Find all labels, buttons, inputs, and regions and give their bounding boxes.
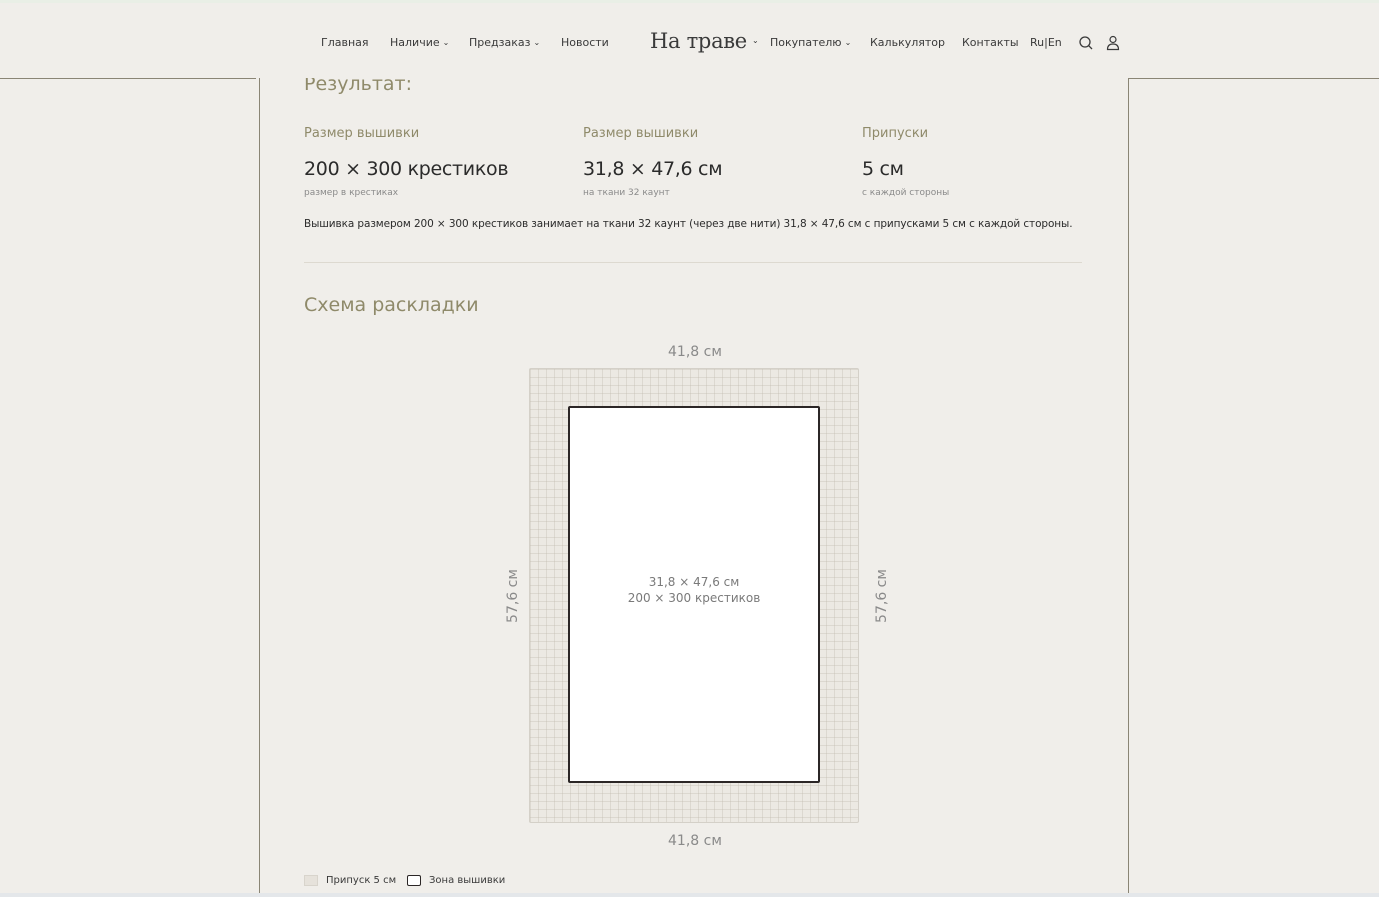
legend-swatch-allowance: [304, 875, 318, 886]
nav-availability[interactable]: Наличие ⌄: [390, 36, 449, 49]
bottom-dimension: 41,8 см: [668, 833, 722, 849]
chevron-down-icon: ⌄: [844, 38, 852, 47]
search-icon[interactable]: [1077, 34, 1095, 52]
nav-contacts[interactable]: Контакты: [962, 36, 1019, 49]
nav-calculator[interactable]: Калькулятор: [870, 36, 945, 49]
chevron-down-icon: ⌄: [533, 38, 541, 47]
nav-buyer[interactable]: Покупателю ⌄: [770, 36, 851, 49]
nav-preorder[interactable]: Предзаказ ⌄: [469, 36, 540, 49]
nav-home[interactable]: Главная: [321, 36, 369, 49]
content-border-right: [1128, 78, 1129, 897]
result-label: Размер вышивки: [583, 126, 699, 141]
calculator-result: Результат: Размер вышивки 200 × 300 крес…: [260, 78, 1128, 897]
embroidery-zone: 31,8 × 47,6 см 200 × 300 крестиков: [568, 406, 820, 783]
nav-preorder-label: Предзаказ: [469, 36, 531, 49]
site-logo-text: На траве: [650, 29, 747, 53]
site-logo[interactable]: На траве ⌄: [650, 29, 759, 53]
left-dimension: 57,6 см: [504, 569, 521, 623]
section-divider: [304, 262, 1082, 263]
embroidery-size-cm: 31,8 × 47,6 см: [648, 575, 740, 589]
nav-news[interactable]: Новости: [561, 36, 609, 49]
result-col-crosses: Размер вышивки 200 × 300 крестиков разме…: [304, 126, 564, 198]
legend-swatch-zone: [407, 875, 421, 886]
result-value: 200 × 300 крестиков: [304, 158, 509, 180]
frame-line-left: [0, 78, 256, 79]
user-icon[interactable]: [1104, 34, 1122, 52]
result-label: Припуски: [862, 126, 929, 141]
language-switch[interactable]: Ru|En: [1030, 36, 1062, 49]
result-sub: размер в крестиках: [304, 188, 399, 198]
result-col-size: Размер вышивки 31,8 × 47,6 см на ткани 3…: [583, 126, 843, 198]
bottom-scroll-edge: [0, 893, 1379, 897]
embroidery-size-crosses: 200 × 300 крестиков: [627, 591, 761, 605]
nav-availability-label: Наличие: [390, 36, 440, 49]
result-value: 31,8 × 47,6 см: [583, 158, 723, 180]
result-value: 5 см: [862, 158, 904, 180]
result-title: Результат:: [304, 78, 413, 95]
legend-zone: Зона вышивки: [429, 875, 506, 886]
nav-buyer-label: Покупателю: [770, 36, 842, 49]
result-summary: Вышивка размером 200 × 300 крестиков зан…: [304, 218, 1073, 230]
legend-allowance: Припуск 5 см: [326, 875, 397, 886]
result-label: Размер вышивки: [304, 126, 420, 141]
top-dimension: 41,8 см: [668, 344, 722, 360]
result-sub: с каждой стороны: [862, 188, 950, 198]
scheme-title: Схема раскладки: [304, 294, 479, 316]
chevron-down-icon: ⌄: [442, 38, 450, 47]
result-col-allowance: Припуски 5 см с каждой стороны: [862, 126, 1122, 198]
site-header: Главная Наличие ⌄ Предзаказ ⌄ Новости Поку…: [0, 3, 1379, 78]
chevron-down-icon: ⌄: [751, 36, 759, 45]
frame-line-right: [1129, 78, 1379, 79]
embroidery-zone-label: 31,8 × 47,6 см 200 × 300 крестиков: [570, 574, 818, 606]
result-sub: на ткани 32 каунт: [583, 188, 670, 198]
right-dimension: 57,6 см: [873, 569, 890, 623]
